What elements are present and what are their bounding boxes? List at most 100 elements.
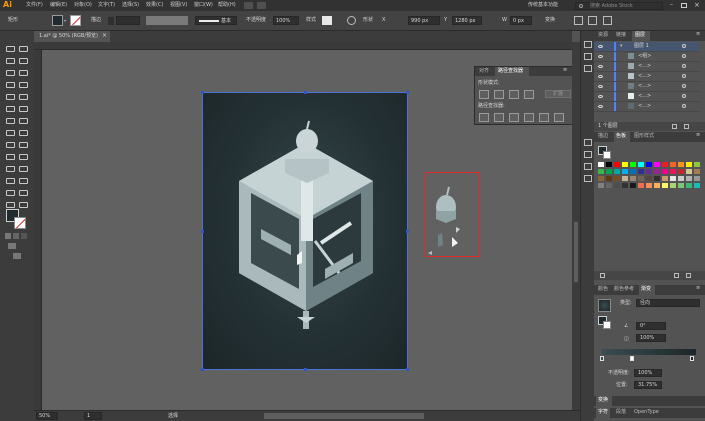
eyedropper-tool-icon[interactable]	[5, 163, 16, 172]
color-swatch[interactable]	[606, 176, 612, 181]
color-swatch[interactable]	[678, 169, 684, 174]
transparency-icon[interactable]	[584, 175, 592, 182]
target-icon[interactable]	[682, 54, 686, 58]
color-swatch[interactable]	[654, 176, 660, 181]
direct-selection-tool-icon[interactable]	[18, 43, 29, 52]
eye-icon[interactable]	[598, 95, 603, 98]
merge-icon[interactable]	[509, 113, 519, 122]
color-swatch[interactable]	[646, 176, 652, 181]
color-mode-icon[interactable]	[5, 233, 11, 239]
eye-icon[interactable]	[598, 85, 603, 88]
y-position-field[interactable]: 1280 px	[452, 16, 482, 25]
magic-wand-tool-icon[interactable]	[5, 55, 16, 64]
unite-icon[interactable]	[479, 90, 489, 99]
close-tab-icon[interactable]: ×	[102, 33, 107, 39]
menu-effect[interactable]: 效果(C)	[146, 3, 163, 8]
color-swatch[interactable]	[598, 176, 604, 181]
color-swatch[interactable]	[598, 183, 604, 188]
color-swatch[interactable]	[614, 169, 620, 174]
selection-handle[interactable]	[406, 230, 409, 233]
width-field[interactable]: 0 px	[510, 16, 532, 25]
stroke-swatch[interactable]	[70, 15, 81, 26]
rectangle-tool-icon[interactable]	[5, 91, 16, 100]
color-swatch[interactable]	[694, 176, 700, 181]
isolate-icon[interactable]	[588, 16, 597, 25]
gradient-stop-selected[interactable]	[630, 356, 634, 361]
target-icon[interactable]	[682, 84, 686, 88]
menu-select[interactable]: 选择(S)	[122, 3, 139, 8]
slice-tool-icon[interactable]	[18, 187, 29, 196]
selection-handle[interactable]	[201, 230, 204, 233]
layer-row[interactable]: ▾ 图层 1	[594, 42, 699, 52]
color-swatch[interactable]	[622, 169, 628, 174]
stroke-color-swatch[interactable]	[14, 217, 26, 229]
eye-icon[interactable]	[598, 55, 603, 58]
artboard-navigator[interactable]: 1	[84, 412, 102, 420]
layer-row[interactable]: <...>	[594, 102, 699, 112]
tab-color[interactable]: 颜色	[598, 287, 608, 292]
workspace-switcher[interactable]: 传统基本功能	[528, 3, 558, 8]
artboard[interactable]	[201, 91, 409, 371]
color-swatch[interactable]	[638, 176, 644, 181]
color-swatch[interactable]	[638, 183, 644, 188]
transform-link[interactable]: 变换	[545, 18, 555, 23]
appearance-icon[interactable]	[584, 65, 592, 72]
close-icon[interactable]: ×	[694, 2, 700, 9]
eraser-tool-icon[interactable]	[18, 103, 29, 112]
color-swatch[interactable]	[614, 162, 620, 167]
tab-swatches[interactable]: 色板	[616, 134, 626, 139]
expand-button[interactable]: 扩展	[545, 90, 571, 98]
aspect-ratio-field[interactable]: 100%	[636, 334, 666, 342]
color-swatch[interactable]	[694, 162, 700, 167]
tab-gradient[interactable]: 渐变	[641, 287, 651, 292]
target-icon[interactable]	[682, 94, 686, 98]
tab-links[interactable]: 链接	[616, 33, 626, 38]
color-swatch[interactable]	[670, 169, 676, 174]
perspective-grid-tool-icon[interactable]	[18, 139, 29, 148]
color-swatch[interactable]	[622, 176, 628, 181]
color-swatch[interactable]	[694, 183, 700, 188]
stroke-stepper[interactable]	[108, 17, 114, 25]
shape-builder-tool-icon[interactable]	[5, 139, 16, 148]
color-swatch[interactable]	[670, 162, 676, 167]
minus-back-icon[interactable]	[554, 113, 564, 122]
align-icon[interactable]	[574, 16, 583, 25]
gradient-slider[interactable]	[602, 349, 696, 355]
color-swatch[interactable]	[638, 162, 644, 167]
tab-graphic-styles[interactable]: 图形样式	[634, 134, 654, 139]
color-swatch[interactable]	[662, 162, 668, 167]
menu-type[interactable]: 文字(T)	[98, 3, 115, 8]
tab-pathfinder[interactable]: 路径查找器	[498, 69, 523, 74]
color-swatch[interactable]	[630, 162, 636, 167]
layer-row[interactable]: <...>	[594, 92, 699, 102]
swatch-grid[interactable]	[598, 162, 702, 222]
layer-row[interactable]: <...>	[594, 62, 699, 72]
brushes-icon[interactable]	[584, 151, 592, 158]
menu-view[interactable]: 视图(V)	[170, 3, 187, 8]
properties-icon[interactable]	[584, 53, 592, 60]
gradient-mode-icon[interactable]	[13, 233, 19, 239]
minus-front-icon[interactable]	[494, 90, 504, 99]
selection-handle[interactable]	[201, 91, 204, 94]
paintbrush-tool-icon[interactable]	[18, 91, 29, 100]
intersect-icon[interactable]	[509, 90, 519, 99]
active-stroke-swatch[interactable]	[603, 151, 611, 159]
color-swatch[interactable]	[662, 169, 668, 174]
color-swatch[interactable]	[654, 162, 660, 167]
menu-window[interactable]: 窗口(W)	[194, 3, 213, 8]
color-swatch[interactable]	[686, 162, 692, 167]
zoom-field[interactable]: 50%	[36, 412, 58, 420]
eye-icon[interactable]	[598, 75, 603, 78]
eye-icon[interactable]	[598, 65, 603, 68]
color-swatch[interactable]	[678, 183, 684, 188]
gradient-type-select[interactable]: 径向	[636, 299, 700, 307]
color-swatch[interactable]	[622, 162, 628, 167]
zoom-tool-icon[interactable]	[18, 199, 29, 208]
arrange-documents-icon[interactable]	[257, 2, 266, 9]
color-swatch[interactable]	[678, 176, 684, 181]
curvature-tool-icon[interactable]	[18, 67, 29, 76]
color-swatch[interactable]	[654, 169, 660, 174]
panel-menu-icon[interactable]: ≡	[696, 286, 700, 291]
color-swatch[interactable]	[662, 183, 668, 188]
scroll-thumb[interactable]	[574, 222, 578, 282]
